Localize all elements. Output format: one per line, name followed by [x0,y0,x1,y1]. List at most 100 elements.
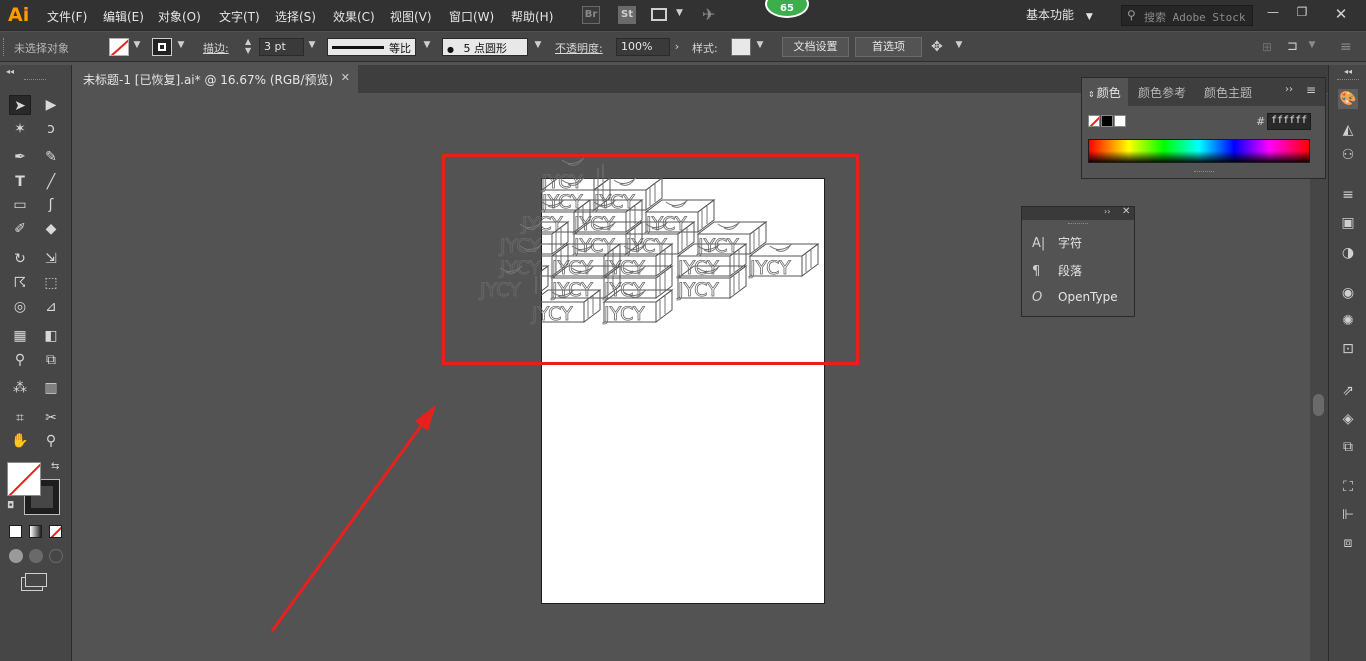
expand-dock-icon[interactable]: ◂◂ [1344,67,1352,76]
restore-button[interactable]: ❐ [1291,5,1313,19]
document-setup-button[interactable]: 文档设置 [782,37,849,57]
expand-panel-icon[interactable]: ›› [1104,207,1110,216]
menu-window[interactable]: 窗口(W) [449,8,494,25]
draw-normal-icon[interactable] [9,549,23,563]
align-panel-icon[interactable]: ⊩ [1338,505,1358,525]
warp-tool-icon[interactable]: ☈ [9,273,31,293]
shaper-tool-icon[interactable]: ✐ [9,219,31,239]
eyedropper-tool-icon[interactable]: ⚲ [9,350,31,370]
stroke-swatch[interactable] [152,38,172,56]
perspective-grid-tool-icon[interactable]: ⊿ [40,297,62,317]
tab-color-themes[interactable]: 颜色主题 [1198,78,1258,106]
color-guide-icon[interactable]: ◭ [1338,120,1358,140]
swap-fill-stroke-icon[interactable]: ⇆ [51,461,59,472]
chevron-down-icon[interactable]: ▼ [953,40,965,52]
pathfinder-panel-icon[interactable]: ⧈ [1338,533,1358,553]
appearance-panel-icon[interactable]: ◉ [1338,283,1358,303]
character-panel-item[interactable]: A| 字符 [1032,234,1082,254]
scrollbar-thumb[interactable] [1313,394,1324,416]
layers-panel-icon[interactable]: ◈ [1338,409,1358,429]
paintbrush-tool-icon[interactable]: ʃ [40,195,62,215]
menu-object[interactable]: 对象(O) [158,8,201,25]
expand-panel-icon[interactable]: ›› [1285,84,1293,95]
transparency-panel-icon[interactable]: ◑ [1338,243,1358,263]
artboards-panel-icon[interactable]: ⧉ [1338,437,1358,457]
hex-color-input[interactable]: ffffff [1267,113,1311,130]
profile-dropdown-icon[interactable]: ▼ [421,40,433,52]
tab-color[interactable]: ⇕ 颜色 [1082,78,1128,106]
blend-tool-icon[interactable]: ⧉ [40,350,62,370]
stroke-weight-dropdown-icon[interactable]: ▼ [306,40,318,52]
gpu-performance-icon[interactable]: ✈ [702,5,715,24]
symbol-sprayer-tool-icon[interactable]: ⁂ [9,378,31,398]
shape-builder-tool-icon[interactable]: ◎ [9,297,31,317]
style-dropdown-icon[interactable]: ▼ [754,40,766,52]
opacity-input[interactable]: 100% [616,38,670,56]
black-swatch[interactable] [1101,115,1113,127]
menu-help[interactable]: 帮助(H) [511,8,553,25]
eraser-tool-icon[interactable]: ◆ [40,219,62,239]
stroke-label[interactable]: 描边: [203,40,229,56]
close-button[interactable]: ✕ [1330,5,1352,23]
menu-view[interactable]: 视图(V) [390,8,432,25]
menu-type[interactable]: 文字(T) [219,8,260,25]
close-tab-icon[interactable]: ✕ [341,71,350,84]
stroke-dropdown-icon[interactable]: ▼ [175,40,187,52]
free-transform-tool-icon[interactable]: ⬚ [40,273,62,293]
arrange-documents-icon[interactable] [651,8,667,21]
gradient-tool-icon[interactable]: ◧ [40,326,62,346]
chevron-down-icon[interactable]: ▼ [1306,40,1318,52]
stroke-stepper-icon[interactable]: ▲ ▼ [245,37,251,55]
fill-swatch[interactable] [109,38,129,56]
gradient-mode-icon[interactable] [29,525,42,538]
color-palette-icon[interactable]: 🎨 [1338,89,1358,109]
tab-color-guide[interactable]: 颜色参考 [1132,78,1192,106]
gradient-panel-icon[interactable]: ▣ [1338,213,1358,233]
scale-tool-icon[interactable]: ⇲ [40,249,62,269]
slice-tool-icon[interactable]: ✂ [40,408,62,428]
draw-inside-icon[interactable] [49,549,63,563]
symbols-panel-icon[interactable]: ⊡ [1338,339,1358,359]
opentype-panel-item[interactable]: O OpenType [1032,290,1118,310]
close-panel-icon[interactable]: ✕ [1122,206,1130,217]
color-themes-icon[interactable]: ⚇ [1338,145,1358,165]
collapse-toolbar-icon[interactable]: ◂◂ [6,67,14,76]
document-tab[interactable]: 未标题-1 [已恢复].ai* @ 16.67% (RGB/预览) ✕ [74,65,358,93]
color-mode-icon[interactable] [9,525,22,538]
fill-dropdown-icon[interactable]: ▼ [131,40,143,52]
none-swatch[interactable] [1088,115,1100,127]
menu-effect[interactable]: 效果(C) [333,8,375,25]
transform-panel-icon[interactable]: ⛶ [1338,477,1358,497]
vertical-scrollbar[interactable] [1310,94,1328,661]
menu-select[interactable]: 选择(S) [275,8,316,25]
color-spectrum[interactable] [1088,139,1310,163]
none-mode-icon[interactable] [49,525,62,538]
bridge-button[interactable]: Br [582,6,600,24]
rectangle-tool-icon[interactable]: ▭ [9,195,31,215]
minimize-button[interactable]: — [1262,5,1284,19]
default-fill-stroke-icon[interactable]: ◘ [7,501,14,511]
draw-behind-icon[interactable] [29,549,43,563]
curvature-tool-icon[interactable]: ✎ [40,147,62,167]
lasso-tool-icon[interactable]: ↄ [40,119,62,139]
type-tool-icon[interactable]: T [9,172,31,192]
stroke-panel-icon[interactable]: ≡ [1338,185,1358,205]
panel-menu-icon[interactable]: ≡ [1340,39,1352,55]
align-icon[interactable]: ⊞ [1262,40,1272,54]
column-graph-tool-icon[interactable]: ▥ [40,378,62,398]
zoom-tool-icon[interactable]: ⚲ [40,431,62,451]
selection-tool-icon[interactable]: ➤ [9,95,31,115]
brush-definition[interactable]: ● 5 点圆形 [442,38,528,56]
stock-button[interactable]: St [618,6,636,24]
menu-file[interactable]: 文件(F) [47,8,87,25]
screen-mode-icon[interactable] [25,573,47,587]
chevron-down-icon[interactable]: ▼ [676,8,683,18]
menu-edit[interactable]: 编辑(E) [103,8,144,25]
rotate-tool-icon[interactable]: ↻ [9,249,31,269]
preferences-button[interactable]: 首选项 [855,37,922,57]
panel-menu-icon[interactable]: ≡ [1306,83,1316,97]
graphic-style-swatch[interactable] [731,38,751,56]
stroke-weight-input[interactable]: 3 pt [259,38,304,56]
variable-width-profile[interactable]: 等比 [327,38,416,56]
puppet-warp-icon[interactable]: ✥ [931,39,943,55]
